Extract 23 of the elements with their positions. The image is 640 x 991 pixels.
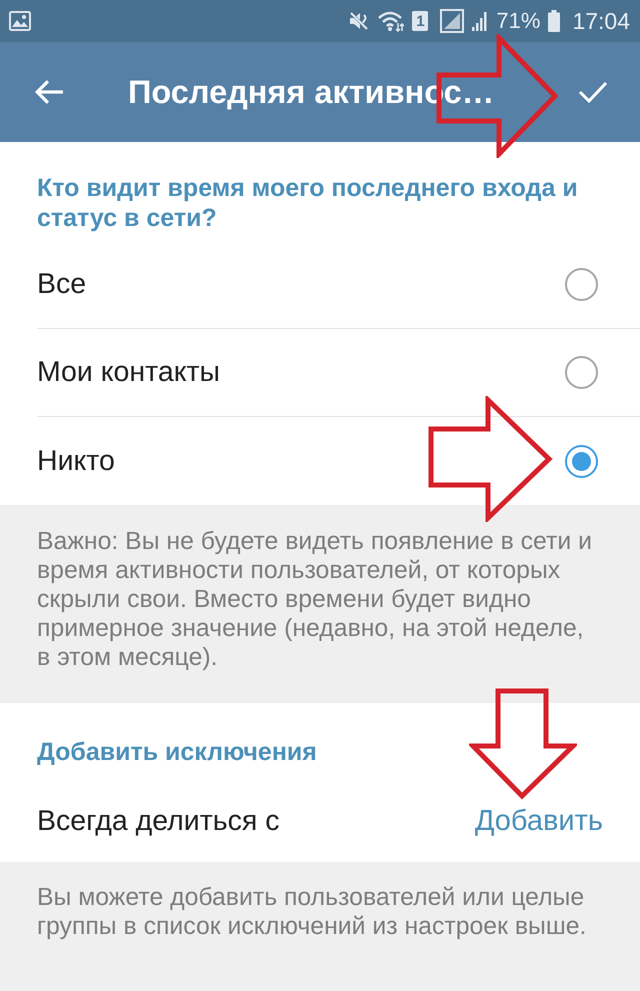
add-link[interactable]: Добавить: [474, 805, 603, 838]
row-label: Всегда делиться с: [37, 805, 280, 838]
clock: 17:04: [572, 10, 630, 32]
back-arrow-icon: [34, 79, 64, 105]
wifi-icon: [378, 10, 404, 32]
section-header: Добавить исключения: [37, 737, 317, 767]
option-label[interactable]: Мои контакты: [37, 356, 220, 389]
radio-button[interactable]: [565, 444, 598, 478]
gallery-icon: [9, 11, 31, 31]
check-icon: [578, 79, 608, 105]
exceptions-note: Вы можете добавить пользователей или целые группы в список исключений из настроек выше.: [37, 883, 588, 941]
radio-button[interactable]: [565, 268, 598, 301]
sim-badge: 1: [412, 11, 428, 31]
signal-box-icon: [440, 9, 464, 33]
battery-icon: [548, 10, 560, 32]
option-label[interactable]: Никто: [37, 444, 115, 478]
section-header: Кто видит время моего последнего входа и статус в сети?: [37, 173, 579, 233]
radio-button[interactable]: [565, 356, 598, 389]
battery-percent: 71%: [496, 10, 540, 32]
privacy-note: Важно: Вы не будете видеть появление в сети и время активности пользователей, от которых скрыли свои. Вместо времени будет видно примерное значение (недавно, на этой неделе, в этом месяце).: [37, 527, 593, 672]
signal-icon: [472, 10, 488, 32]
option-label[interactable]: Все: [37, 268, 86, 301]
mute-icon: [348, 10, 370, 32]
